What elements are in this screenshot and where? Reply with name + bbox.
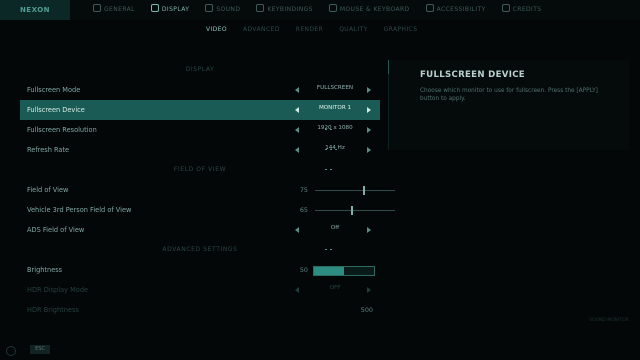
vehicle-fov-slider[interactable] [315, 206, 395, 215]
subtab-render[interactable]: RENDER [288, 23, 331, 36]
tab-sound[interactable]: SOUND [197, 0, 248, 20]
brand-logo: NEXON [0, 0, 70, 20]
setting-number: 75 [299, 186, 308, 194]
tab-label: CREDITS [512, 6, 542, 13]
setting-ads-fov[interactable]: ADS Field of View Off [20, 220, 380, 250]
setting-refresh-rate[interactable]: Refresh Rate 144 Hz [20, 140, 380, 170]
arrow-left-icon [295, 287, 299, 293]
fov-slider[interactable] [315, 186, 395, 195]
setting-label: HDR Display Mode [27, 286, 89, 294]
subtab-advanced[interactable]: ADVANCED [235, 23, 288, 36]
tab-label: GENERAL [104, 6, 135, 13]
tab-label: DISPLAY [161, 6, 190, 13]
tab-display[interactable]: DISPLAY [143, 0, 197, 20]
option-dots [325, 95, 345, 110]
setting-label: Fullscreen Mode [27, 86, 81, 94]
tab-label: MOUSE & KEYBOARD [339, 6, 410, 13]
speaker-icon [205, 4, 214, 12]
arrow-right-icon [367, 287, 371, 293]
top-navigation: NEXON GENERAL DISPLAY SOUND KEYBINDINGS … [0, 0, 640, 20]
slider-thumb[interactable] [363, 186, 365, 195]
gear-icon [93, 4, 101, 12]
option-dots [325, 155, 345, 170]
tab-keybindings[interactable]: KEYBINDINGS [248, 0, 321, 20]
setting-label: ADS Field of View [27, 226, 85, 234]
setting-label: HDR Brightness [27, 306, 79, 314]
setting-fullscreen-resolution[interactable]: Fullscreen Resolution 1920 x 1080 [20, 120, 380, 150]
corner-watermark: SOUND MONITOR [589, 318, 629, 323]
setting-label: Field of View [27, 186, 69, 194]
back-icon[interactable] [6, 346, 16, 356]
setting-number: 500 [360, 306, 373, 314]
subtab-graphics[interactable]: GRAPHICS [376, 23, 426, 36]
option-dots [325, 235, 345, 250]
setting-label: Fullscreen Device [27, 106, 85, 114]
monitor-icon [150, 4, 159, 12]
sub-tabs: VIDEO ADVANCED RENDER QUALITY GRAPHICS [198, 23, 425, 36]
setting-label: Vehicle 3rd Person Field of View [27, 206, 132, 214]
accessibility-icon [425, 4, 434, 12]
arrow-right-icon[interactable] [367, 107, 371, 113]
settings-list: DISPLAY Fullscreen Mode FULLSCREEN Fulls… [20, 60, 395, 320]
arrow-right-icon[interactable] [367, 227, 371, 233]
tab-accessibility[interactable]: ACCESSIBILITY [418, 0, 494, 20]
setting-field-of-view[interactable]: Field of View 75 [20, 180, 395, 200]
mouse-icon [328, 4, 337, 12]
description-text: Choose which monitor to use for fullscre… [420, 88, 598, 102]
brightness-bar[interactable] [313, 266, 375, 276]
main-tabs: GENERAL DISPLAY SOUND KEYBINDINGS MOUSE … [85, 0, 549, 20]
info-icon [501, 4, 510, 12]
section-header-fov: FIELD OF VIEW [173, 166, 227, 173]
tab-label: SOUND [216, 6, 241, 13]
tab-credits[interactable]: CREDITS [494, 0, 550, 20]
arrow-right-icon[interactable] [367, 147, 371, 153]
tab-general[interactable]: GENERAL [85, 0, 143, 20]
tab-mouse-keyboard[interactable]: MOUSE & KEYBOARD [321, 0, 418, 20]
setting-value: OFF [329, 285, 341, 291]
keyboard-icon [256, 4, 265, 12]
arrow-right-icon[interactable] [367, 127, 371, 133]
tab-label: ACCESSIBILITY [436, 6, 486, 13]
setting-vehicle-fov[interactable]: Vehicle 3rd Person Field of View 65 [20, 200, 395, 220]
esc-key-hint[interactable]: ESC [30, 345, 50, 354]
arrow-left-icon[interactable] [295, 127, 299, 133]
arrow-right-icon[interactable] [367, 87, 371, 93]
setting-label: Fullscreen Resolution [27, 126, 97, 134]
section-header-advanced: ADVANCED SETTINGS [162, 246, 238, 253]
setting-hdr-mode: HDR Display Mode OFF [20, 280, 380, 300]
option-dots [325, 135, 345, 150]
subtab-video[interactable]: VIDEO [198, 23, 235, 36]
setting-label: Refresh Rate [27, 146, 70, 154]
subtab-quality[interactable]: QUALITY [331, 23, 375, 36]
slider-thumb[interactable] [351, 206, 353, 215]
setting-number: 50 [299, 266, 308, 274]
setting-label: Brightness [27, 266, 63, 274]
brightness-fill [314, 267, 344, 275]
setting-fullscreen-device[interactable]: Fullscreen Device MONITOR 1 [20, 100, 380, 130]
setting-number: 65 [299, 206, 308, 214]
setting-fullscreen-mode[interactable]: Fullscreen Mode FULLSCREEN [20, 80, 380, 110]
section-header-display: DISPLAY [185, 66, 215, 73]
arrow-left-icon[interactable] [295, 147, 299, 153]
arrow-left-icon[interactable] [295, 87, 299, 93]
arrow-left-icon[interactable] [295, 227, 299, 233]
tab-label: KEYBINDINGS [267, 6, 313, 13]
description-panel: FULLSCREEN DEVICE Choose which monitor t… [389, 60, 629, 150]
setting-hdr-brightness: HDR Brightness 500 [20, 300, 380, 320]
setting-brightness[interactable]: Brightness 50 [20, 260, 380, 280]
option-dots [325, 115, 345, 130]
description-title: FULLSCREEN DEVICE [420, 70, 525, 80]
arrow-left-icon[interactable] [295, 107, 299, 113]
